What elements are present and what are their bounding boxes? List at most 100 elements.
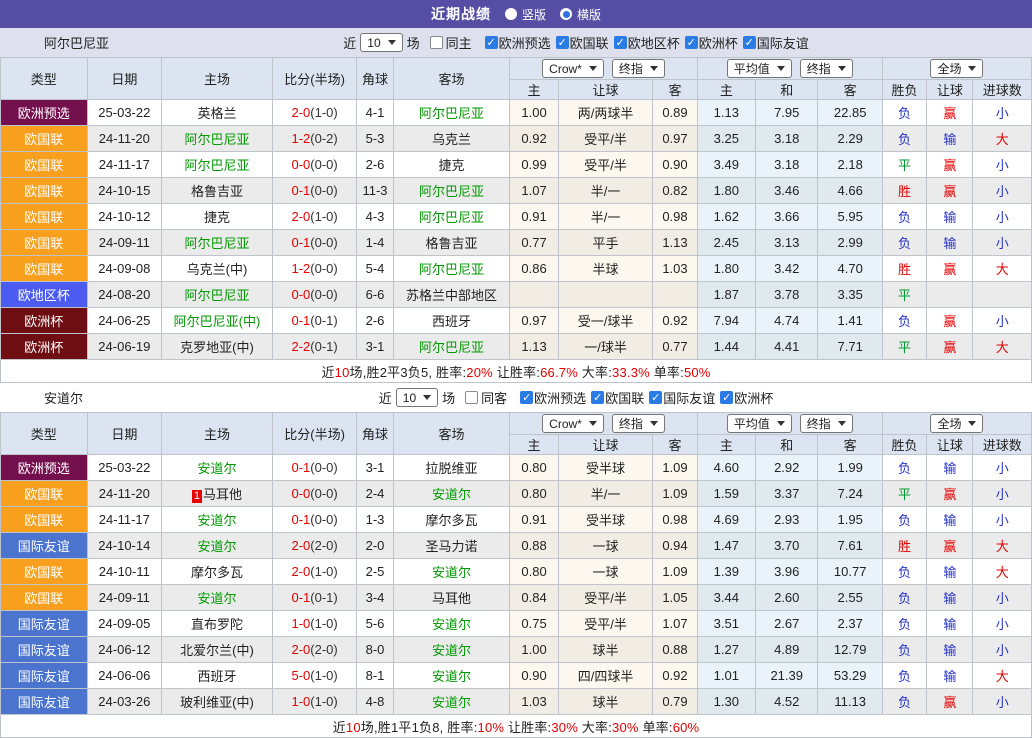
competition-filter[interactable]: ✓欧国联 xyxy=(556,33,609,52)
halftime-score: (0-0) xyxy=(310,183,337,198)
result-cell: 负 xyxy=(882,689,926,715)
away-team-link[interactable]: 格鲁吉亚 xyxy=(425,236,477,251)
home-team-link[interactable]: 安道尔 xyxy=(197,591,236,606)
competition-checkbox[interactable]: ✓ xyxy=(720,391,733,404)
away-team: 乌克兰 xyxy=(393,126,510,152)
competition-checkbox[interactable]: ✓ xyxy=(743,36,756,49)
fulltime-score: 0-0 xyxy=(291,287,310,302)
home-team-link[interactable]: 阿尔巴尼亚 xyxy=(184,158,249,173)
halftime-score: (2-0) xyxy=(310,538,337,553)
home-team: 玻利维亚(中) xyxy=(162,689,273,715)
summary-part: 大率: xyxy=(578,720,612,735)
competition-filter[interactable]: ✓欧洲预选 xyxy=(520,388,586,407)
competition-filter[interactable]: ✓欧洲杯 xyxy=(685,33,738,52)
final-index-select[interactable]: 终指 xyxy=(800,414,853,433)
layout-option-vertical[interactable]: 竖版 xyxy=(505,6,546,23)
same-venue-checkbox[interactable] xyxy=(430,36,443,49)
home-team-link[interactable]: 玻利维亚(中) xyxy=(180,695,254,710)
away-team-link[interactable]: 阿尔巴尼亚 xyxy=(419,210,484,225)
table-row: 欧国联24-09-08乌克兰(中)1-2(0-0)5-4阿尔巴尼亚0.86半球1… xyxy=(1,256,1032,282)
average-select[interactable]: 平均值 xyxy=(727,59,792,78)
result-cell: 小 xyxy=(973,308,1032,334)
competition-checkbox[interactable]: ✓ xyxy=(520,391,533,404)
competition-checkbox[interactable]: ✓ xyxy=(591,391,604,404)
home-team: 阿尔巴尼亚 xyxy=(162,126,273,152)
summary-part: 单率: xyxy=(639,720,673,735)
odds-source-select[interactable]: Crow* xyxy=(542,59,604,78)
home-team-link[interactable]: 阿尔巴尼亚 xyxy=(184,236,249,251)
away-team-link[interactable]: 安道尔 xyxy=(432,617,471,632)
away-team-link[interactable]: 安道尔 xyxy=(432,565,471,580)
competition-checkbox[interactable]: ✓ xyxy=(614,36,627,49)
odds-source-select[interactable]: Crow* xyxy=(542,414,604,433)
same-venue-checkbox[interactable] xyxy=(465,391,478,404)
away-team-link[interactable]: 西班牙 xyxy=(432,314,471,329)
final-index-select[interactable]: 终指 xyxy=(612,59,665,78)
home-team-link[interactable]: 北爱尔兰(中) xyxy=(180,643,254,658)
away-team-link[interactable]: 安道尔 xyxy=(432,669,471,684)
competition-badge: 欧洲预选 xyxy=(1,100,88,126)
final-index-select[interactable]: 终指 xyxy=(612,414,665,433)
competition-filter[interactable]: ✓欧洲预选 xyxy=(485,33,551,52)
same-venue-filter[interactable]: 同主 xyxy=(430,33,472,52)
competition-filter[interactable]: ✓欧地区杯 xyxy=(614,33,680,52)
fulltime-select[interactable]: 全场 xyxy=(930,414,983,433)
home-team-link[interactable]: 英格兰 xyxy=(197,106,236,121)
home-team-link[interactable]: 直布罗陀 xyxy=(191,617,243,632)
home-team-link[interactable]: 阿尔巴尼亚(中) xyxy=(174,314,261,329)
home-team-link[interactable]: 马耳他 xyxy=(203,487,242,502)
away-team-link[interactable]: 马耳他 xyxy=(432,591,471,606)
average-odds-cell: 3.35 xyxy=(818,282,882,308)
home-team-link[interactable]: 摩尔多瓦 xyxy=(191,565,243,580)
sub-col-avg-home: 主 xyxy=(697,435,755,455)
home-team-link[interactable]: 安道尔 xyxy=(197,539,236,554)
fulltime-score: 0-1 xyxy=(291,590,310,605)
away-team-link[interactable]: 安道尔 xyxy=(432,643,471,658)
home-team-link[interactable]: 阿尔巴尼亚 xyxy=(184,288,249,303)
away-team-link[interactable]: 拉脱维亚 xyxy=(425,461,477,476)
away-team-link[interactable]: 阿尔巴尼亚 xyxy=(419,262,484,277)
away-team-link[interactable]: 阿尔巴尼亚 xyxy=(419,106,484,121)
handicap-odds-cell: 半/一 xyxy=(558,481,653,507)
away-team-link[interactable]: 安道尔 xyxy=(432,695,471,710)
halftime-score: (0-0) xyxy=(310,486,337,501)
home-team-link[interactable]: 西班牙 xyxy=(197,669,236,684)
layout-option-horizontal[interactable]: 横版 xyxy=(560,6,601,23)
competition-filter[interactable]: ✓国际友谊 xyxy=(649,388,715,407)
average-select[interactable]: 平均值 xyxy=(727,414,792,433)
competition-filter[interactable]: ✓国际友谊 xyxy=(743,33,809,52)
home-team-link[interactable]: 格鲁吉亚 xyxy=(191,184,243,199)
competition-checkbox[interactable]: ✓ xyxy=(649,391,662,404)
home-team-link[interactable]: 阿尔巴尼亚 xyxy=(184,132,249,147)
competition-checkbox[interactable]: ✓ xyxy=(485,36,498,49)
recent-count-select[interactable]: 10 xyxy=(360,33,402,52)
col-corner: 角球 xyxy=(357,413,393,455)
home-team-link[interactable]: 克罗地亚(中) xyxy=(180,340,254,355)
competition-checkbox[interactable]: ✓ xyxy=(556,36,569,49)
recent-count-select[interactable]: 10 xyxy=(396,388,438,407)
away-team-link[interactable]: 捷克 xyxy=(438,158,464,173)
competition-checkbox[interactable]: ✓ xyxy=(685,36,698,49)
away-team-link[interactable]: 圣马力诺 xyxy=(425,539,477,554)
layout-radio[interactable] xyxy=(505,8,517,20)
away-team-link[interactable]: 阿尔巴尼亚 xyxy=(419,340,484,355)
result-cell: 赢 xyxy=(927,100,973,126)
home-team-link[interactable]: 乌克兰(中) xyxy=(187,262,248,277)
filter-controls: 近 10 场 同客 ✓欧洲预选✓欧国联✓国际友谊✓欧洲杯 xyxy=(379,388,773,407)
away-team-link[interactable]: 苏格兰中部地区 xyxy=(406,288,497,303)
same-venue-filter[interactable]: 同客 xyxy=(465,388,507,407)
final-index-select[interactable]: 终指 xyxy=(800,59,853,78)
home-team-link[interactable]: 捷克 xyxy=(204,210,230,225)
competition-filter[interactable]: ✓欧国联 xyxy=(591,388,644,407)
away-team-link[interactable]: 阿尔巴尼亚 xyxy=(419,184,484,199)
layout-radio[interactable] xyxy=(560,8,572,20)
home-team-link[interactable]: 安道尔 xyxy=(197,461,236,476)
home-team-link[interactable]: 安道尔 xyxy=(197,513,236,528)
competition-filter[interactable]: ✓欧洲杯 xyxy=(720,388,773,407)
home-team: 格鲁吉亚 xyxy=(162,178,273,204)
away-team-link[interactable]: 乌克兰 xyxy=(432,132,471,147)
fulltime-select[interactable]: 全场 xyxy=(930,59,983,78)
away-team-link[interactable]: 摩尔多瓦 xyxy=(425,513,477,528)
away-team-link[interactable]: 安道尔 xyxy=(432,487,471,502)
competition-badge: 国际友谊 xyxy=(1,689,88,715)
